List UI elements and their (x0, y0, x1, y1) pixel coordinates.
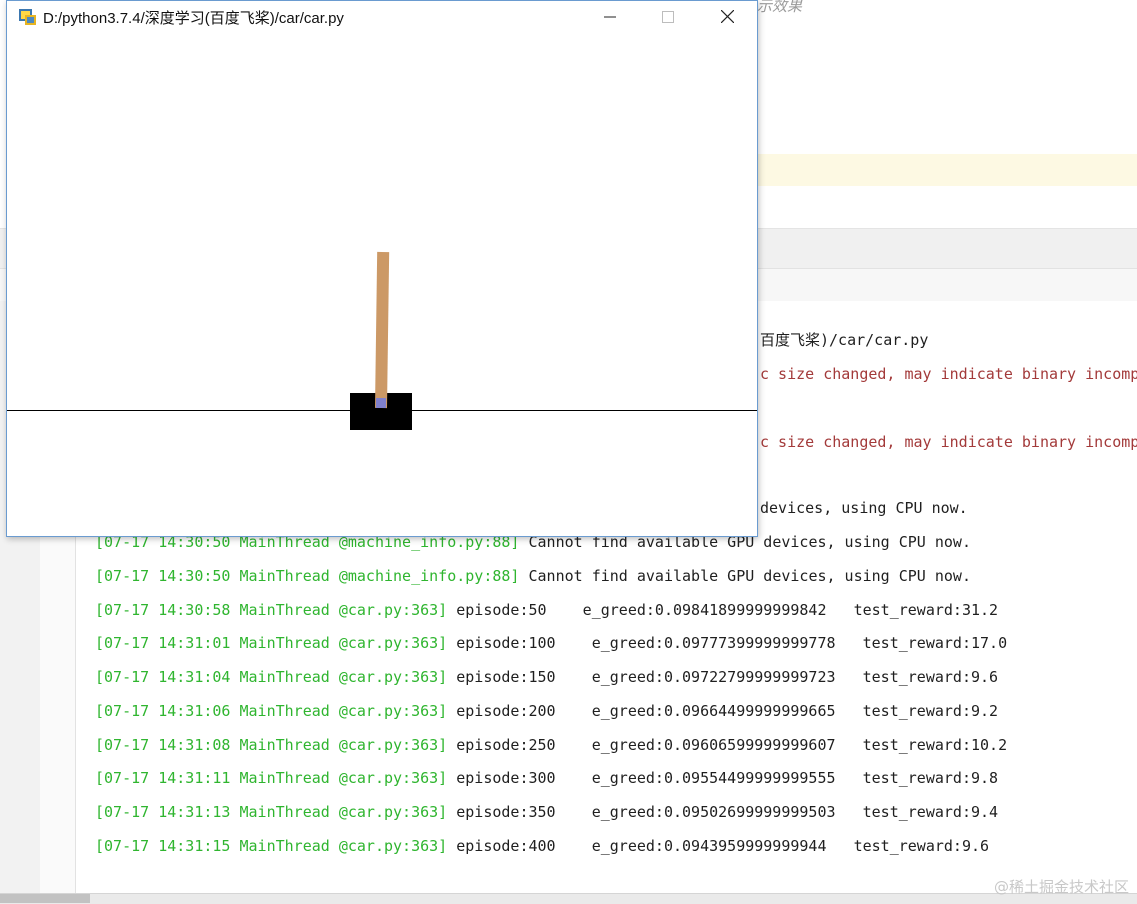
log-message: episode:250 e_greed:0.09606599999999607 … (447, 736, 1008, 754)
console-line: c size changed, may indicate binary inco… (760, 433, 1137, 451)
cartpole-render-window[interactable]: D:/python3.7.4/深度学习(百度飞桨)/car/car.py (6, 0, 758, 537)
scrollbar-thumb[interactable] (0, 894, 90, 903)
python-icon (19, 9, 36, 25)
log-message: episode:350 e_greed:0.09502699999999503 … (447, 803, 999, 821)
editor-current-line (757, 154, 1137, 186)
watermark: @稀土掘金技术社区 (993, 878, 1129, 896)
console-log-line: [07-17 14:31:15 MainThread @car.py:363] … (95, 835, 989, 857)
console-line: devices, using CPU now. (760, 499, 968, 517)
console-log-line: [07-17 14:31:06 MainThread @car.py:363] … (95, 700, 998, 722)
log-message: episode:100 e_greed:0.09777399999999778 … (447, 634, 1008, 652)
console-log-line: [07-17 14:31:13 MainThread @car.py:363] … (95, 801, 998, 823)
log-message: episode:200 e_greed:0.09664499999999665 … (447, 702, 999, 720)
log-timestamp: [07-17 14:31:08 MainThread @car.py:363] (95, 736, 448, 754)
maximize-button[interactable] (639, 1, 697, 34)
editor-comment-text: 示效果 (757, 0, 803, 15)
log-timestamp: [07-17 14:31:13 MainThread @car.py:363] (95, 803, 448, 821)
console-log-line: [07-17 14:30:50 MainThread @machine_info… (95, 565, 971, 587)
log-message: episode:150 e_greed:0.09722799999999723 … (447, 668, 999, 686)
horizontal-scrollbar[interactable] (0, 893, 1137, 904)
console-log-line: [07-17 14:31:11 MainThread @car.py:363] … (95, 767, 998, 789)
log-timestamp: [07-17 14:30:58 MainThread @car.py:363] (95, 601, 448, 619)
log-timestamp: [07-17 14:31:06 MainThread @car.py:363] (95, 702, 448, 720)
axle (376, 398, 386, 408)
pole (375, 251, 390, 409)
minimize-button[interactable] (581, 1, 639, 34)
log-timestamp: [07-17 14:31:11 MainThread @car.py:363] (95, 769, 448, 787)
console-log-line: [07-17 14:31:08 MainThread @car.py:363] … (95, 734, 1007, 756)
close-button[interactable] (698, 1, 756, 34)
console-line: 百度飞桨)/car/car.py (760, 331, 929, 349)
minimize-icon (604, 8, 616, 27)
console-log-line: [07-17 14:31:04 MainThread @car.py:363] … (95, 666, 998, 688)
log-timestamp: [07-17 14:30:50 MainThread @machine_info… (95, 567, 520, 585)
log-message: episode:400 e_greed:0.0943959999999944 t… (447, 837, 990, 855)
console-log-line: [07-17 14:31:01 MainThread @car.py:363] … (95, 632, 1007, 654)
window-titlebar[interactable]: D:/python3.7.4/深度学习(百度飞桨)/car/car.py (7, 1, 757, 34)
log-timestamp: [07-17 14:31:15 MainThread @car.py:363] (95, 837, 448, 855)
window-title: D:/python3.7.4/深度学习(百度飞桨)/car/car.py (43, 10, 344, 27)
log-message: episode:50 e_greed:0.09841899999999842 t… (447, 601, 999, 619)
console-line: c size changed, may indicate binary inco… (760, 365, 1137, 383)
log-timestamp: [07-17 14:31:04 MainThread @car.py:363] (95, 668, 448, 686)
log-message: episode:300 e_greed:0.09554499999999555 … (447, 769, 999, 787)
log-timestamp: [07-17 14:31:01 MainThread @car.py:363] (95, 634, 448, 652)
render-canvas (7, 34, 757, 536)
console-log-line: [07-17 14:30:58 MainThread @car.py:363] … (95, 599, 998, 621)
close-icon (720, 8, 734, 27)
maximize-icon (662, 8, 674, 27)
log-message: Cannot find available GPU devices, using… (519, 567, 971, 585)
